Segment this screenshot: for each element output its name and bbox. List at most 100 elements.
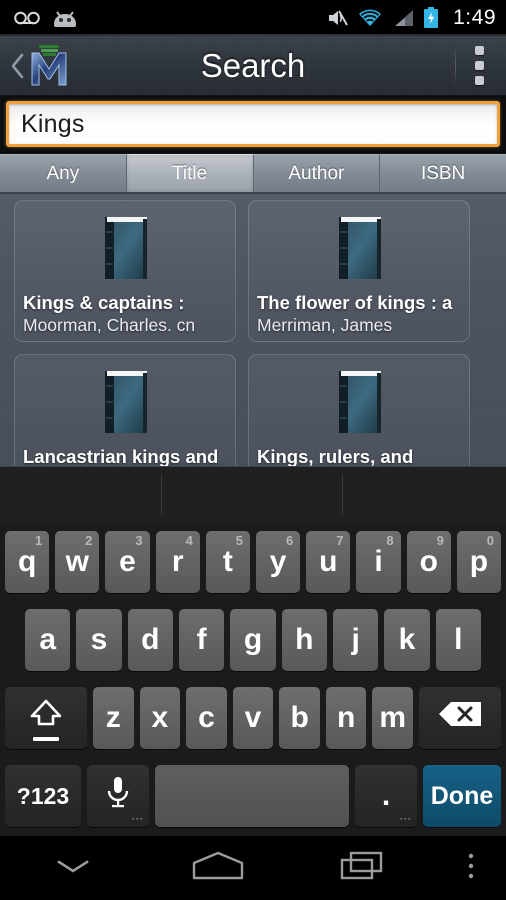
- key-label: s: [90, 623, 108, 656]
- shift-state-indicator: [33, 737, 59, 741]
- tab-isbn[interactable]: ISBN: [380, 154, 506, 192]
- status-icons-right: 1:49: [326, 6, 496, 30]
- key-h[interactable]: h: [281, 609, 327, 671]
- key-r[interactable]: 4 r: [155, 531, 200, 593]
- app-logo-m-icon: [26, 43, 74, 89]
- search-results-grid[interactable]: Kings & captains : Moorman, Charles. cn: [0, 194, 506, 466]
- key-label: l: [454, 623, 463, 656]
- system-navigation-bar: [0, 836, 506, 900]
- search-bar-container: Kings: [0, 96, 506, 154]
- backspace-key-icon: [437, 700, 483, 736]
- soft-keyboard: 1 q 2 w 3 e 4 r 5 t 6 y 7 u 8 i 9 o 0 p …: [0, 466, 506, 836]
- key-n[interactable]: n: [325, 687, 367, 749]
- key-z[interactable]: z: [93, 687, 134, 749]
- key-hint: 5: [235, 533, 244, 548]
- key-label: i: [374, 545, 383, 578]
- key-hint: 6: [285, 533, 294, 548]
- key-label: h: [295, 623, 314, 656]
- voicemail-icon: [14, 11, 40, 25]
- key-e[interactable]: 3 e: [105, 531, 150, 593]
- search-input-value: Kings: [21, 109, 85, 138]
- key-hint: 7: [336, 533, 344, 548]
- key-label: c: [198, 701, 215, 734]
- recent-apps-button[interactable]: [291, 836, 436, 900]
- result-subtitle: Merriman, James: [257, 315, 393, 336]
- key-q[interactable]: 1 q: [5, 531, 50, 593]
- tab-any-label: Any: [46, 162, 80, 184]
- key-label: d: [141, 623, 160, 656]
- result-card[interactable]: The flower of kings : a Merriman, James: [248, 200, 470, 342]
- key-label: g: [243, 623, 263, 656]
- key-voice-input[interactable]: ···: [87, 765, 149, 827]
- key-d[interactable]: d: [127, 609, 173, 671]
- key-longpress-dots: ···: [132, 814, 144, 824]
- phone-screen: 1:49 Search Kings Any Title Author ISBN …: [0, 0, 506, 900]
- key-p[interactable]: 0 p: [456, 531, 502, 593]
- result-title: Kings & captains :: [23, 292, 185, 313]
- key-v[interactable]: v: [232, 687, 274, 749]
- hide-keyboard-icon: [51, 854, 95, 883]
- key-hint: 2: [85, 533, 93, 548]
- key-hint: 8: [386, 533, 394, 548]
- key-space[interactable]: [155, 765, 349, 827]
- key-shift[interactable]: [5, 687, 87, 749]
- key-label: x: [151, 701, 169, 734]
- key-k[interactable]: k: [384, 609, 430, 671]
- key-f[interactable]: f: [178, 609, 225, 671]
- book-icon: [331, 367, 387, 439]
- key-u[interactable]: 7 u: [306, 531, 351, 593]
- tab-isbn-label: ISBN: [420, 162, 466, 184]
- key-longpress-dots: ···: [400, 814, 412, 824]
- key-label: .: [381, 779, 391, 812]
- overflow-menu-button[interactable]: [455, 36, 506, 95]
- key-l[interactable]: l: [435, 609, 481, 671]
- key-w[interactable]: 2 w: [55, 531, 100, 593]
- tab-any[interactable]: Any: [0, 154, 127, 192]
- key-label: q: [17, 545, 37, 578]
- book-icon: [97, 367, 153, 439]
- key-period[interactable]: . ···: [355, 765, 417, 827]
- key-label: ?123: [16, 782, 70, 809]
- key-label: n: [337, 701, 356, 734]
- hide-keyboard-button[interactable]: [0, 836, 145, 900]
- status-clock: 1:49: [453, 6, 496, 29]
- key-label: f: [196, 623, 207, 656]
- nav-overflow-button[interactable]: [436, 836, 506, 900]
- key-o[interactable]: 9 o: [406, 531, 451, 593]
- key-done[interactable]: Done: [423, 765, 501, 827]
- tab-title[interactable]: Title: [126, 154, 254, 192]
- result-card[interactable]: Lancastrian kings and McFarlane, K. B. (…: [14, 354, 236, 466]
- key-symbols[interactable]: ?123: [5, 765, 81, 827]
- home-button[interactable]: [145, 836, 290, 900]
- result-card[interactable]: Kings, rulers, and Cross, F. W.: [248, 354, 470, 466]
- search-input[interactable]: Kings: [6, 101, 500, 147]
- key-s[interactable]: s: [76, 609, 122, 671]
- key-hint: 1: [34, 533, 43, 548]
- status-bar: 1:49: [0, 0, 506, 36]
- key-label: a: [39, 623, 56, 656]
- key-y[interactable]: 6 y: [256, 531, 301, 593]
- key-x[interactable]: x: [139, 687, 181, 749]
- key-g[interactable]: g: [230, 609, 276, 671]
- key-i[interactable]: 8 i: [356, 531, 401, 593]
- search-scope-tabs: Any Title Author ISBN: [0, 154, 506, 194]
- key-b[interactable]: b: [279, 687, 320, 749]
- page-title: Search: [200, 46, 306, 84]
- key-backspace[interactable]: [419, 687, 501, 749]
- recent-apps-icon: [337, 849, 389, 888]
- tab-author[interactable]: Author: [253, 154, 381, 192]
- key-j[interactable]: j: [332, 609, 379, 671]
- key-c[interactable]: c: [186, 687, 227, 749]
- suggestion-divider: [161, 475, 162, 515]
- key-m[interactable]: m: [372, 687, 414, 749]
- key-t[interactable]: 5 t: [205, 531, 251, 593]
- result-card[interactable]: Kings & captains : Moorman, Charles. cn: [14, 200, 236, 342]
- action-bar: Search: [0, 36, 506, 96]
- key-hint: 3: [135, 533, 143, 548]
- back-chevron-icon: [10, 53, 24, 79]
- shift-key-icon: [26, 697, 66, 739]
- suggestion-strip[interactable]: [0, 467, 506, 523]
- up-navigation-button[interactable]: [0, 36, 74, 95]
- wifi-icon: [357, 8, 383, 28]
- key-a[interactable]: a: [25, 609, 71, 671]
